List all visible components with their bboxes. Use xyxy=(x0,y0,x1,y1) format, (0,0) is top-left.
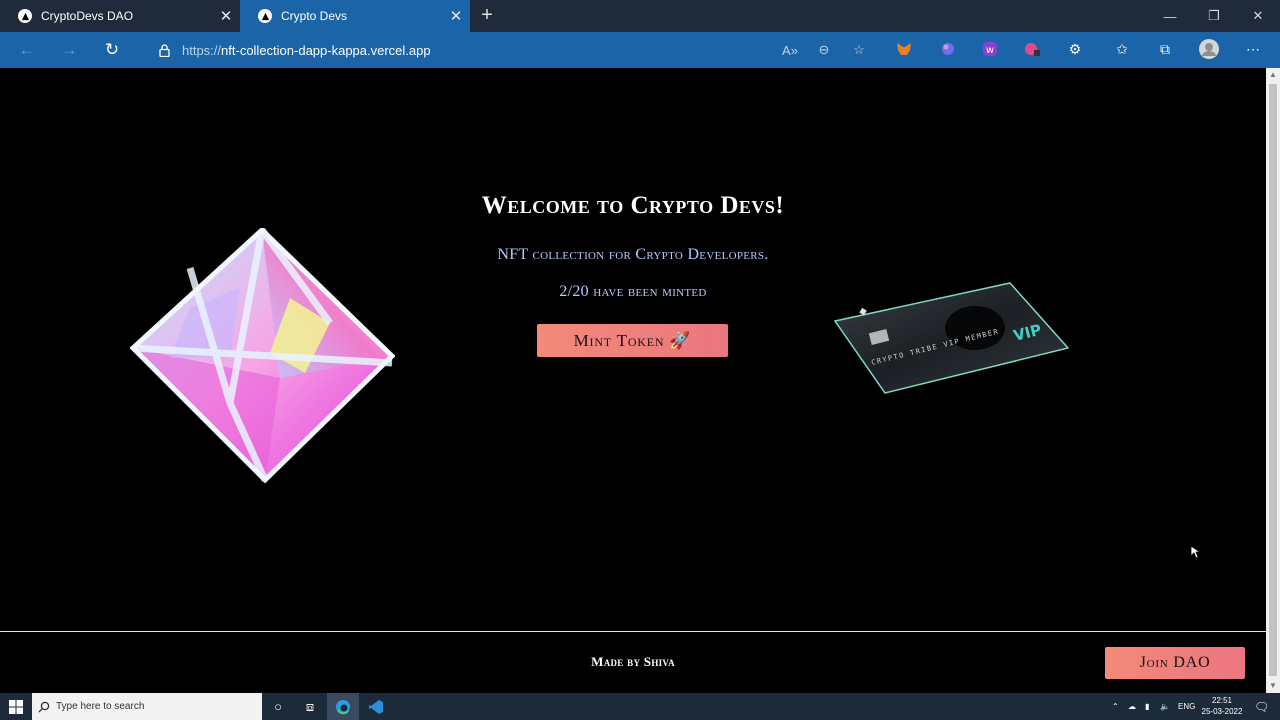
url-scheme: https:// xyxy=(182,42,222,58)
vercel-favicon-icon xyxy=(18,9,32,23)
cortana-icon[interactable]: ○ xyxy=(262,693,294,720)
extension-orb-icon[interactable] xyxy=(937,38,959,60)
crystal-diamond-image xyxy=(130,228,395,483)
restore-icon[interactable]: ❐ xyxy=(1192,0,1236,32)
back-icon[interactable]: ← xyxy=(13,36,41,64)
notifications-icon[interactable]: 🗨 xyxy=(1254,693,1269,720)
language-indicator[interactable]: ENG xyxy=(1178,693,1195,720)
svg-text:w: w xyxy=(986,45,994,56)
page-scrollbar[interactable]: ▲ ▼ xyxy=(1266,68,1280,693)
page-description: NFT collection for Crypto Developers. xyxy=(497,246,769,263)
scroll-down-icon[interactable]: ▼ xyxy=(1266,679,1280,693)
browser-tab-bar: CryptoDevs DAO ✕ Crypto Devs ✕ + — ❐ ✕ xyxy=(0,0,1280,32)
windows-taskbar: Type here to search ○ ⧈ ⌃ ☁ ▮ 🔈 ENG 22:5… xyxy=(0,693,1280,720)
windows-start-icon[interactable] xyxy=(0,693,32,720)
tab-title: Crypto Devs xyxy=(281,9,348,23)
volume-icon[interactable]: 🔈 xyxy=(1160,693,1170,720)
vscode-app-icon[interactable] xyxy=(360,693,392,720)
tab-close-icon[interactable]: ✕ xyxy=(212,7,240,25)
clock-date: 25-03-2022 xyxy=(1201,707,1243,716)
scroll-up-icon[interactable]: ▲ xyxy=(1266,68,1280,82)
add-favorite-icon[interactable]: ☆ xyxy=(845,35,873,65)
url-host: nft-collection-dapp-kappa.vercel.app xyxy=(221,42,431,58)
address-bar[interactable]: https://nft-collection-dapp-kappa.vercel… xyxy=(140,35,880,65)
more-menu-icon[interactable]: ⋯ xyxy=(1242,38,1264,60)
vercel-favicon-icon xyxy=(258,9,272,23)
read-aloud-icon[interactable]: A» xyxy=(776,35,804,65)
tab-crypto-devs[interactable]: Crypto Devs ✕ xyxy=(240,0,470,32)
profile-avatar[interactable] xyxy=(1198,38,1220,60)
edge-app-icon[interactable] xyxy=(327,693,359,720)
onedrive-icon[interactable]: ☁ xyxy=(1128,693,1136,720)
tray-overflow-icon[interactable]: ⌃ xyxy=(1112,693,1119,720)
new-tab-button[interactable]: + xyxy=(476,4,498,26)
clock-time: 22:51 xyxy=(1211,696,1233,705)
page-content: Welcome to Crypto Devs! NFT collection f… xyxy=(0,68,1266,693)
footer-divider xyxy=(0,631,1266,632)
tab-title: CryptoDevs DAO xyxy=(41,9,134,23)
refresh-icon[interactable]: ↻ xyxy=(98,36,126,64)
mouse-cursor-icon xyxy=(1190,545,1200,559)
task-view-icon[interactable]: ⧈ xyxy=(294,693,326,720)
join-dao-button[interactable]: Join DAO xyxy=(1105,647,1245,679)
lock-icon[interactable] xyxy=(152,43,176,57)
page-title: Welcome to Crypto Devs! xyxy=(481,192,785,219)
metamask-extension-icon[interactable] xyxy=(893,38,915,60)
zoom-out-icon[interactable]: ⊖ xyxy=(810,35,838,65)
collections-icon[interactable]: ⧉ xyxy=(1154,38,1176,60)
taskbar-clock[interactable]: 22:51 25-03-2022 xyxy=(1196,695,1248,717)
battery-icon[interactable]: ▮ xyxy=(1145,693,1149,720)
mint-token-button[interactable]: Mint Token 🚀 xyxy=(537,324,728,357)
footer-credit: Made by Shiva xyxy=(591,654,675,669)
favorites-icon[interactable]: ✩ xyxy=(1111,38,1133,60)
close-window-icon[interactable]: ✕ xyxy=(1236,0,1280,32)
extensions-icon[interactable]: ⚙ xyxy=(1064,38,1086,60)
svg-text:◆: ◆ xyxy=(858,305,868,318)
extension-profile-icon[interactable] xyxy=(1021,38,1043,60)
taskbar-search-box[interactable]: Type here to search xyxy=(32,693,262,720)
search-icon xyxy=(32,701,56,713)
tab-close-icon[interactable]: ✕ xyxy=(442,7,470,25)
tab-cryptodevs-dao[interactable]: CryptoDevs DAO ✕ xyxy=(0,0,240,32)
extension-w-icon[interactable]: w xyxy=(979,38,1001,60)
forward-icon[interactable]: → xyxy=(55,36,83,64)
scroll-thumb[interactable] xyxy=(1269,84,1277,676)
minimize-icon[interactable]: — xyxy=(1148,0,1192,32)
browser-toolbar: ← → ↻ https://nft-collection-dapp-kappa.… xyxy=(0,32,1280,68)
search-placeholder: Type here to search xyxy=(56,701,145,712)
vip-card-image: VIP CRYPTO TRIBE VIP MEMBER ◆ xyxy=(833,282,1070,394)
minted-count: 2/20 have been minted xyxy=(559,283,707,300)
